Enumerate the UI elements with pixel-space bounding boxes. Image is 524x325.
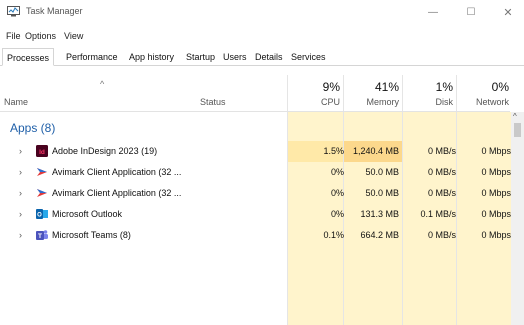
column-header-name[interactable]: Name <box>4 97 28 107</box>
header-divider <box>0 111 510 112</box>
process-name: Microsoft Outlook <box>52 209 123 219</box>
tab-users[interactable]: Users <box>219 48 251 66</box>
column-header-network[interactable]: Network <box>457 97 509 107</box>
process-row[interactable]: › Avimark Client Application (32 ... 0% … <box>0 183 511 204</box>
process-memory: 50.0 MB <box>365 167 399 177</box>
scrollbar-thumb[interactable] <box>514 123 521 137</box>
chevron-right-icon[interactable]: › <box>19 188 22 198</box>
process-cpu: 0.1% <box>323 230 344 240</box>
avimark-icon <box>37 189 47 197</box>
scroll-up-icon[interactable]: ^ <box>513 112 517 121</box>
chevron-right-icon[interactable]: › <box>19 146 22 156</box>
process-cpu: 0% <box>330 167 344 177</box>
process-name: Adobe InDesign 2023 (19) <box>52 146 158 156</box>
outlook-icon: O <box>36 209 48 219</box>
process-disk: 0.1 MB/s <box>420 209 456 219</box>
memory-total-percent[interactable]: 41% <box>344 80 399 94</box>
tab-services[interactable]: Services <box>287 48 330 66</box>
process-row[interactable]: › Id Adobe InDesign 2023 (19) 1.5% 1,240… <box>0 141 511 162</box>
process-memory: 664.2 MB <box>360 230 399 240</box>
process-memory: 131.3 MB <box>360 209 399 219</box>
process-network: 0 Mbps <box>481 146 511 156</box>
network-total-percent[interactable]: 0% <box>457 80 509 94</box>
column-header-memory[interactable]: Memory <box>344 97 399 107</box>
process-cpu: 0% <box>330 209 344 219</box>
process-memory: 1,240.4 MB <box>352 146 399 156</box>
menu-file[interactable]: File <box>6 31 21 41</box>
chevron-right-icon[interactable]: › <box>19 209 22 219</box>
process-cpu: 0% <box>330 188 344 198</box>
vertical-scrollbar[interactable] <box>511 112 524 325</box>
teams-icon: T <box>36 230 48 240</box>
avimark-icon <box>37 168 47 176</box>
process-name: Microsoft Teams (8) <box>52 230 131 240</box>
process-network: 0 Mbps <box>481 230 511 240</box>
menu-options[interactable]: Options <box>25 31 56 41</box>
process-row[interactable]: › T Microsoft Teams (8) 0.1% 664.2 MB 0 … <box>0 225 511 246</box>
svg-text:O: O <box>37 213 42 219</box>
tab-performance[interactable]: Performance <box>62 48 122 66</box>
tab-app-history[interactable]: App history <box>125 48 178 66</box>
maximize-button[interactable]: ☐ <box>456 4 486 22</box>
process-disk: 0 MB/s <box>427 167 456 177</box>
process-network: 0 Mbps <box>481 188 511 198</box>
process-memory: 50.0 MB <box>365 188 399 198</box>
task-manager-icon <box>7 6 20 17</box>
chevron-right-icon[interactable]: › <box>19 230 22 240</box>
column-header-disk[interactable]: Disk <box>403 97 454 107</box>
process-disk: 0 MB/s <box>427 230 456 240</box>
close-button[interactable]: ✕ <box>493 4 523 22</box>
indesign-icon: Id <box>36 145 48 157</box>
process-name: Avimark Client Application (32 ... <box>52 167 182 177</box>
process-row[interactable]: › O Microsoft Outlook 0% 131.3 MB 0.1 MB… <box>0 204 511 225</box>
tab-bar: Processes Performance App history Startu… <box>0 48 524 66</box>
window-title: Task Manager <box>26 6 83 16</box>
menu-view[interactable]: View <box>64 31 83 41</box>
column-header-cpu[interactable]: CPU <box>288 97 340 107</box>
process-row[interactable]: › Avimark Client Application (32 ... 0% … <box>0 162 511 183</box>
process-disk: 0 MB/s <box>427 146 456 156</box>
title-bar: Task Manager — ☐ ✕ <box>0 0 524 27</box>
process-name: Avimark Client Application (32 ... <box>52 188 182 198</box>
tab-processes[interactable]: Processes <box>2 48 55 66</box>
process-disk: 0 MB/s <box>427 188 456 198</box>
tab-startup[interactable]: Startup <box>182 48 219 66</box>
column-header-status[interactable]: Status <box>200 97 226 107</box>
svg-text:T: T <box>38 233 42 240</box>
apps-group-label[interactable]: Apps (8) <box>10 121 55 135</box>
process-network: 0 Mbps <box>481 209 511 219</box>
process-cpu: 1.5% <box>323 146 344 156</box>
sort-caret-icon: ^ <box>100 79 105 89</box>
process-network: 0 Mbps <box>481 167 511 177</box>
svg-text:Id: Id <box>39 149 45 156</box>
cpu-total-percent[interactable]: 9% <box>288 80 340 94</box>
tab-details[interactable]: Details <box>251 48 287 66</box>
disk-total-percent[interactable]: 1% <box>403 80 453 94</box>
chevron-right-icon[interactable]: › <box>19 167 22 177</box>
minimize-button[interactable]: — <box>418 4 448 22</box>
